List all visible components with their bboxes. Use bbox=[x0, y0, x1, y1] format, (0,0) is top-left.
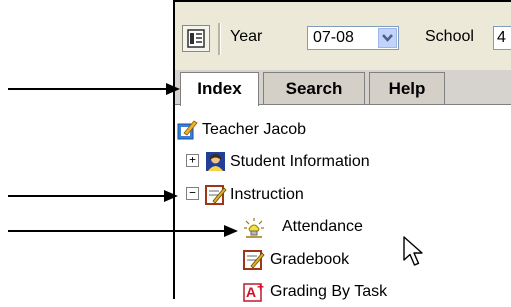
arrow-icon bbox=[8, 225, 238, 237]
annotation-arrows bbox=[8, 83, 238, 237]
arrow-icon bbox=[8, 190, 178, 202]
arrow-icon bbox=[8, 83, 180, 95]
